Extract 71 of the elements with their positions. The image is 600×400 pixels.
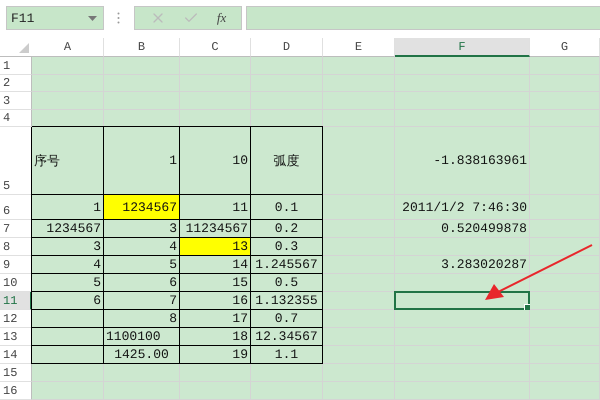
column-header[interactable]: B — [104, 38, 180, 57]
row-header[interactable]: 4 — [0, 110, 32, 127]
row-header[interactable]: 12 — [0, 310, 32, 328]
table-cell: 17 — [180, 310, 251, 328]
table-cell: 1100100 — [104, 328, 180, 346]
row-header[interactable]: 9 — [0, 256, 32, 274]
row-header[interactable]: 6 — [0, 195, 32, 220]
table-cell: 1 — [104, 127, 180, 195]
row-header[interactable]: 5 — [0, 127, 32, 195]
row-header[interactable]: 11 — [0, 292, 32, 310]
table-cell: 7 — [104, 292, 180, 310]
column-header[interactable]: C — [180, 38, 251, 57]
column-header[interactable]: E — [323, 38, 395, 57]
table-cell: 3 — [32, 238, 104, 256]
grip-icon — [117, 12, 120, 24]
table-cell: 4 — [104, 238, 180, 256]
table-cell: 0.3 — [251, 238, 323, 256]
table-cell: 4 — [32, 256, 104, 274]
cell-reference: F11 — [11, 10, 34, 26]
row-header[interactable]: 1 — [0, 57, 32, 74]
name-box[interactable]: F11 — [6, 6, 104, 30]
insert-function-button[interactable]: fx — [216, 10, 226, 26]
caret-icon — [88, 16, 97, 20]
table-cell: 10 — [180, 127, 251, 195]
table-cell: 0.5 — [251, 274, 323, 292]
table-cell: 14 — [180, 256, 251, 274]
table-cell: 19 — [180, 346, 251, 364]
row-header[interactable]: 14 — [0, 346, 32, 364]
table-cell: 13 — [180, 238, 251, 256]
table-cell: 12.34567 — [251, 328, 323, 346]
table-cell: 15 — [180, 274, 251, 292]
table-cell: 0.2 — [251, 220, 323, 238]
table-cell: 1425.00 — [104, 346, 180, 364]
table-cell: 2011/1/2 7:46:30 — [395, 195, 530, 220]
table-cell: 1.245567 — [251, 256, 323, 274]
table-cell: 5 — [104, 256, 180, 274]
row-header[interactable]: 8 — [0, 238, 32, 256]
table-cell: -1.838163961 — [395, 127, 530, 195]
row-header[interactable]: 16 — [0, 382, 32, 400]
table-cell: 3 — [104, 220, 180, 238]
table-cell: 弧度 — [251, 127, 323, 195]
table-cell: 11 — [180, 195, 251, 220]
column-header[interactable]: D — [251, 38, 323, 57]
column-header[interactable]: F — [395, 38, 530, 57]
table-cell: 0.7 — [251, 310, 323, 328]
table-cell: 序号 — [32, 127, 104, 195]
table-cell: 16 — [180, 292, 251, 310]
table-cell: 1 — [32, 195, 104, 220]
row-header[interactable]: 13 — [0, 328, 32, 346]
row-header[interactable]: 15 — [0, 364, 32, 382]
table-cell: 0.520499878 — [395, 220, 530, 238]
table-cell: 1.132355 — [251, 292, 323, 310]
table-cell: 1234567 — [104, 195, 180, 220]
table-cell: 0.1 — [251, 195, 323, 220]
column-header[interactable]: G — [530, 38, 600, 57]
formula-field[interactable] — [246, 6, 600, 30]
table-cell: 1.1 — [251, 346, 323, 364]
table-cell: 6 — [32, 292, 104, 310]
table-cell: 3.283020287 — [395, 256, 530, 274]
column-header[interactable]: A — [32, 38, 104, 57]
table-cell: 1234567 — [32, 220, 104, 238]
table-cell: 8 — [104, 310, 180, 328]
table-cell: 6 — [104, 274, 180, 292]
table-cell: 11234567 — [180, 220, 251, 238]
row-header[interactable]: 7 — [0, 220, 32, 238]
table-cell: 5 — [32, 274, 104, 292]
table-cell: 18 — [180, 328, 251, 346]
row-header[interactable]: 10 — [0, 274, 32, 292]
select-all-icon[interactable] — [19, 43, 29, 53]
row-header[interactable]: 2 — [0, 74, 32, 92]
row-header[interactable]: 3 — [0, 92, 32, 110]
